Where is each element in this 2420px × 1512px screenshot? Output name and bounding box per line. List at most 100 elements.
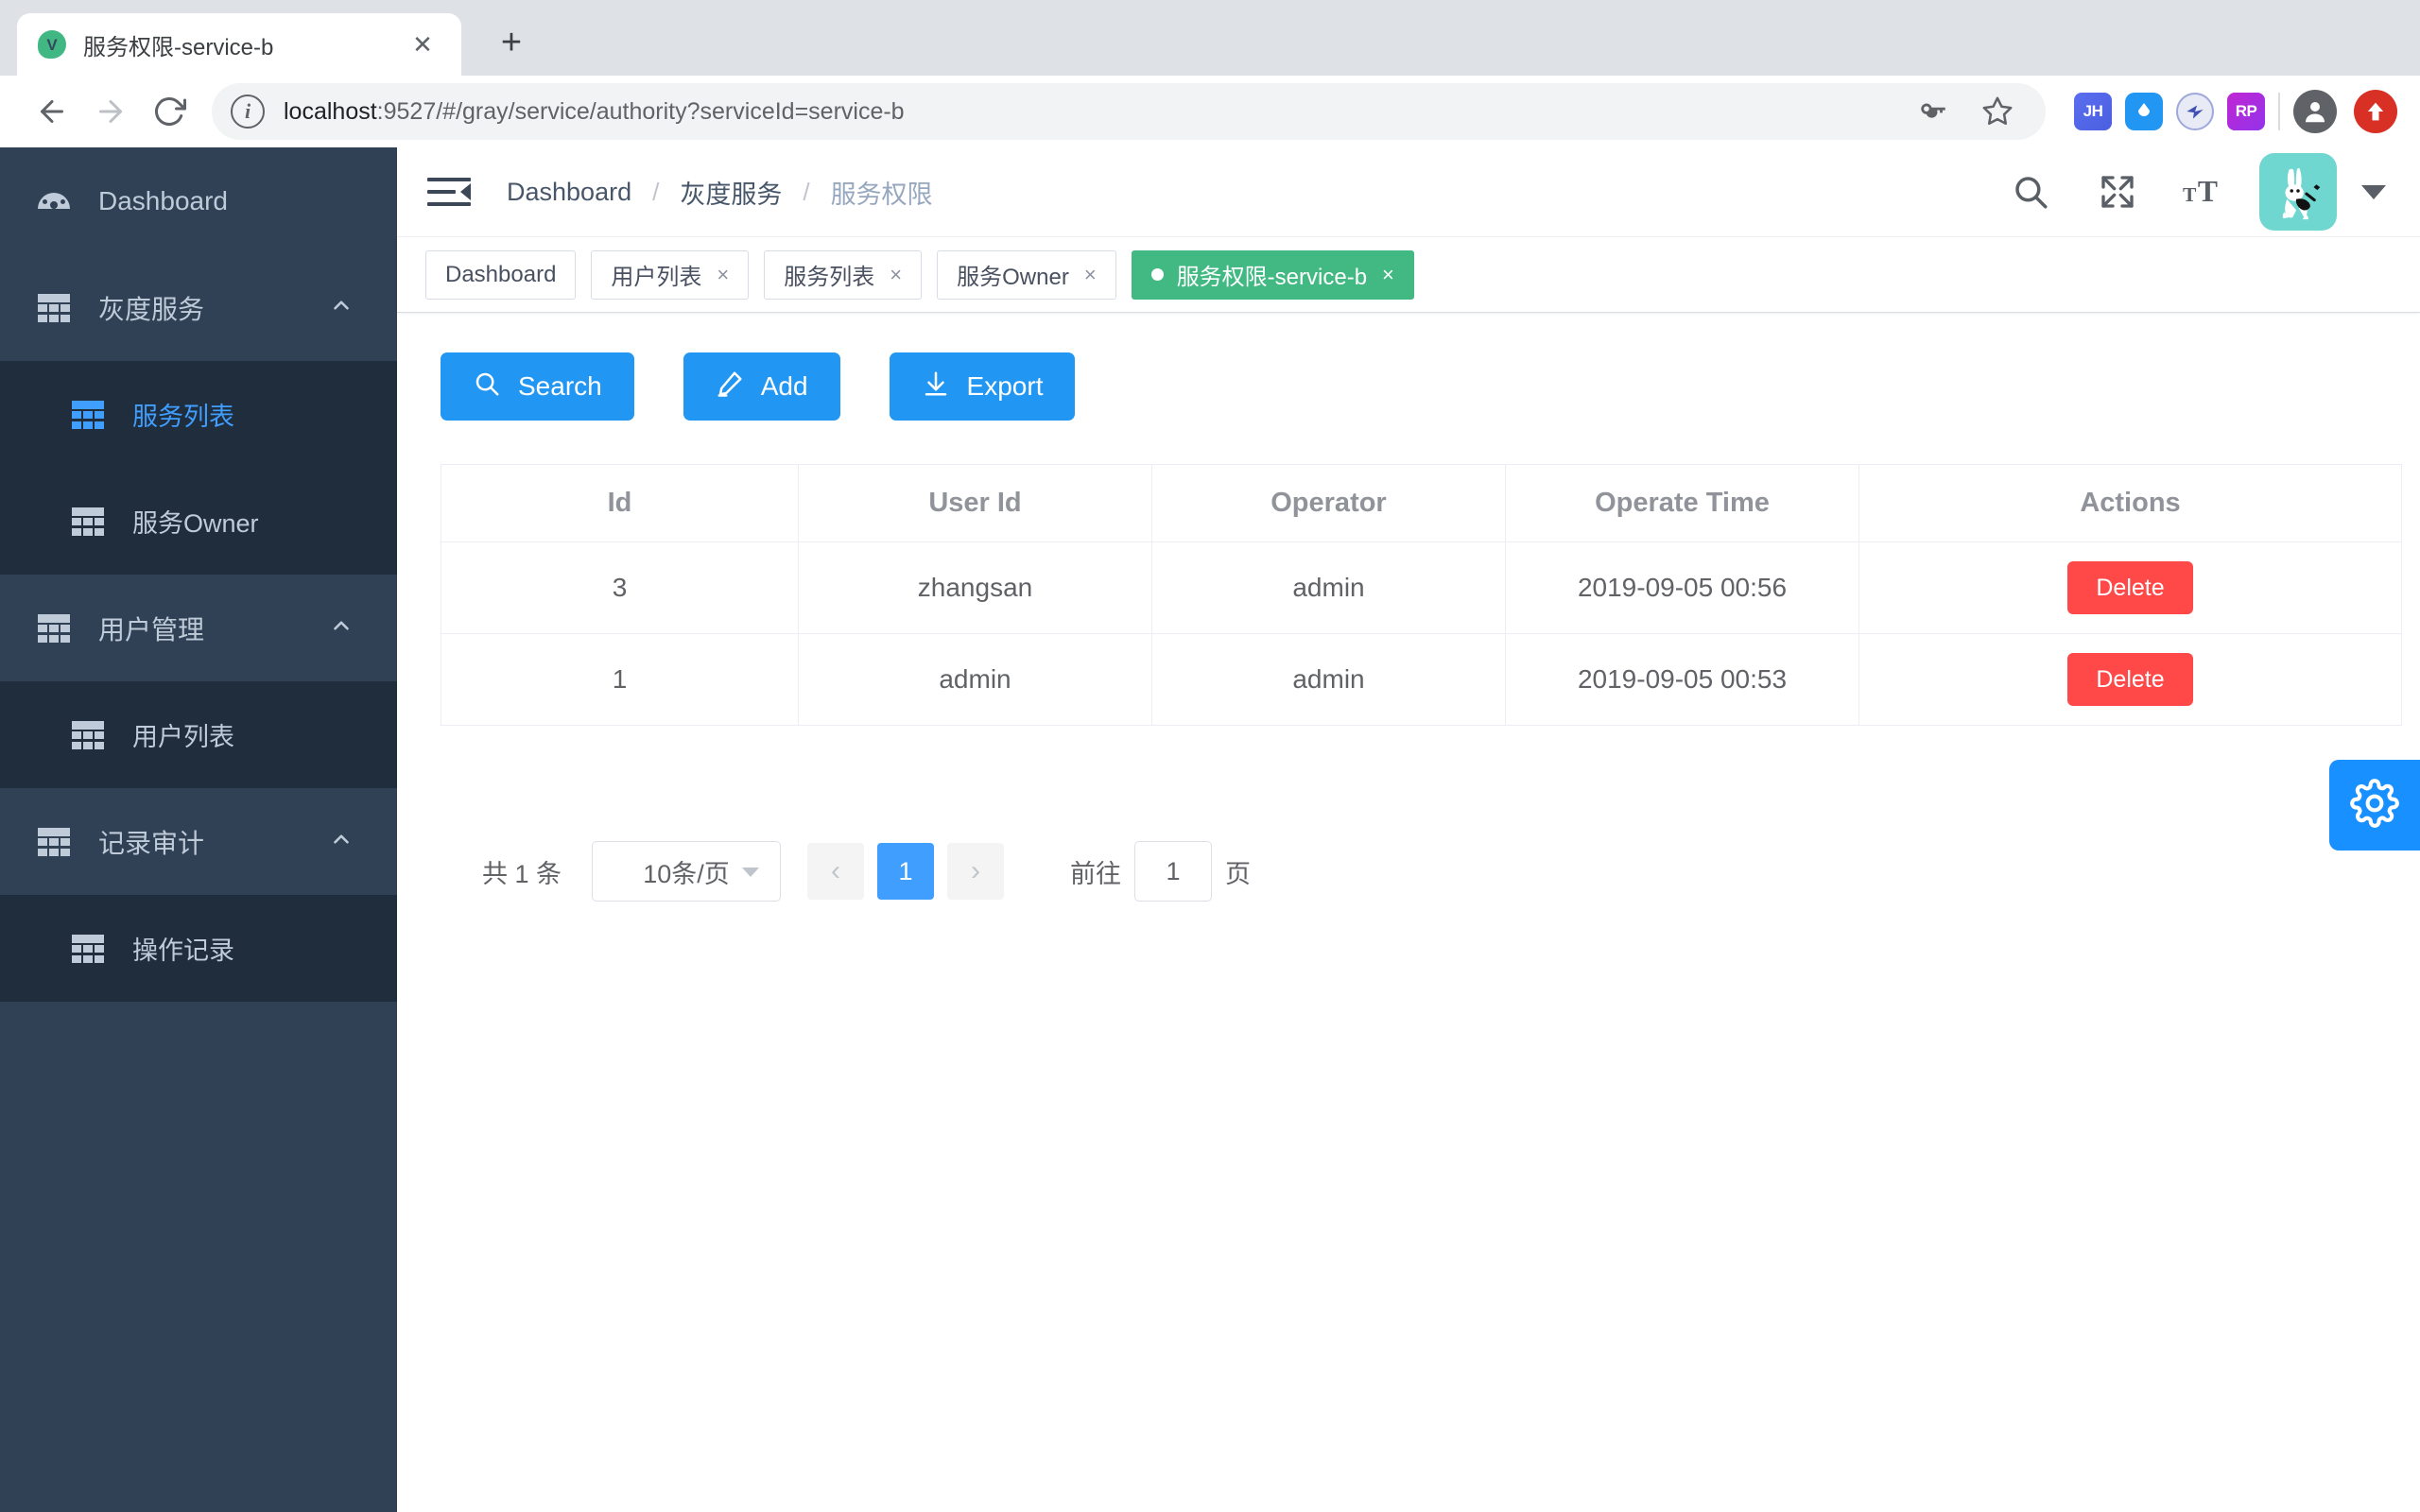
- page-size-select[interactable]: 10条/页: [592, 841, 781, 902]
- chevron-down-icon[interactable]: [2361, 185, 2386, 199]
- site-info-icon[interactable]: i: [231, 94, 265, 129]
- tag-service-list[interactable]: 服务列表 ×: [764, 250, 922, 300]
- browser-tab-title: 服务权限-service-b: [83, 28, 405, 61]
- delete-button[interactable]: Delete: [2067, 561, 2192, 614]
- breadcrumb-separator: /: [652, 178, 659, 207]
- table-head: Id User Id Operator Operate Time Actions: [441, 465, 2402, 542]
- authority-table: Id User Id Operator Operate Time Actions…: [441, 464, 2402, 726]
- cell-operate-time: 2019-09-05 00:56: [1506, 542, 1859, 634]
- close-icon[interactable]: ×: [1382, 265, 1394, 285]
- sidebar-item-operation-log[interactable]: 操作记录: [0, 895, 397, 1002]
- grid-icon: [72, 401, 104, 429]
- page-number-1[interactable]: 1: [877, 843, 934, 900]
- droplet-extension-icon[interactable]: [2125, 93, 2163, 130]
- add-button-label: Add: [761, 371, 808, 402]
- bird-extension-icon[interactable]: [2176, 93, 2214, 130]
- export-button-label: Export: [967, 371, 1044, 402]
- main-container: Dashboard / 灰度服务 / 服务权限: [397, 147, 2420, 1512]
- sidebar-label-audit-log: 记录审计: [98, 823, 329, 861]
- table-row: 3 zhangsan admin 2019-09-05 00:56 Delete: [441, 542, 2402, 634]
- sidebar-item-gray-service[interactable]: 灰度服务: [0, 254, 397, 361]
- font-size-icon[interactable]: T T: [2161, 147, 2248, 237]
- column-header-operate-time: Operate Time: [1506, 465, 1859, 542]
- tag-dashboard[interactable]: Dashboard: [425, 250, 576, 300]
- tag-label: 服务列表: [784, 258, 874, 291]
- cell-operator: admin: [1152, 634, 1506, 726]
- new-tab-button[interactable]: +: [482, 13, 541, 72]
- browser-toolbar: i localhost:9527/#/gray/service/authorit…: [0, 76, 2420, 147]
- sidebar-item-service-list[interactable]: 服务列表: [0, 361, 397, 468]
- tag-user-list[interactable]: 用户列表 ×: [591, 250, 749, 300]
- next-page-button[interactable]: ›: [947, 843, 1004, 900]
- cell-operate-time: 2019-09-05 00:53: [1506, 634, 1859, 726]
- reload-icon[interactable]: [140, 82, 199, 141]
- address-bar[interactable]: i localhost:9527/#/gray/service/authorit…: [212, 83, 2046, 140]
- sidebar-label-user-list: 用户列表: [132, 716, 397, 753]
- jump-suffix-label: 页: [1225, 853, 1251, 890]
- tag-service-owner[interactable]: 服务Owner ×: [937, 250, 1116, 300]
- cell-operator: admin: [1152, 542, 1506, 634]
- settings-panel-button[interactable]: [2329, 760, 2420, 850]
- svg-text:T: T: [2183, 183, 2197, 206]
- gauge-icon: [38, 187, 70, 215]
- page-jump-input[interactable]: [1134, 841, 1212, 902]
- delete-button[interactable]: Delete: [2067, 653, 2192, 706]
- sidebar-label-user-management: 用户管理: [98, 610, 329, 647]
- cell-id: 3: [441, 542, 799, 634]
- avatar[interactable]: [2259, 153, 2337, 231]
- content-area: Search Add Export: [397, 313, 2420, 1512]
- sidebar-item-user-management[interactable]: 用户管理: [0, 575, 397, 681]
- cell-actions: Delete: [1859, 542, 2402, 634]
- close-icon[interactable]: ✕: [405, 26, 441, 62]
- tag-label: 服务Owner: [957, 258, 1069, 291]
- tag-service-authority[interactable]: 服务权限-service-b ×: [1132, 250, 1414, 300]
- close-icon[interactable]: ×: [1084, 265, 1097, 285]
- favicon-letter: V: [46, 37, 57, 53]
- search-button[interactable]: Search: [441, 352, 634, 421]
- vue-favicon-icon: V: [38, 30, 66, 59]
- breadcrumb-item-dashboard[interactable]: Dashboard: [507, 178, 631, 207]
- action-toolbar: Search Add Export: [441, 352, 2377, 421]
- breadcrumb-item-current: 服务权限: [831, 174, 933, 211]
- browser-tab[interactable]: V 服务权限-service-b ✕: [17, 13, 461, 76]
- breadcrumb: Dashboard / 灰度服务 / 服务权限: [507, 174, 933, 211]
- gear-icon: [2350, 779, 2399, 833]
- tag-label: Dashboard: [445, 262, 556, 288]
- sidebar-item-service-owner[interactable]: 服务Owner: [0, 468, 397, 575]
- rp-extension-icon[interactable]: RP: [2227, 93, 2265, 130]
- search-icon: [473, 369, 501, 404]
- profile-avatar-icon[interactable]: [2293, 90, 2337, 133]
- navbar: Dashboard / 灰度服务 / 服务权限: [397, 147, 2420, 237]
- close-icon[interactable]: ×: [717, 265, 729, 285]
- search-icon[interactable]: [1987, 147, 2074, 237]
- tag-label: 服务权限-service-b: [1177, 258, 1367, 291]
- column-header-operator: Operator: [1152, 465, 1506, 542]
- export-button[interactable]: Export: [890, 352, 1076, 421]
- pagination-total: 共 1 条: [482, 853, 562, 890]
- fullscreen-icon[interactable]: [2074, 147, 2161, 237]
- sidebar-item-audit-log[interactable]: 记录审计: [0, 788, 397, 895]
- add-button[interactable]: Add: [683, 352, 840, 421]
- table-row: 1 admin admin 2019-09-05 00:53 Delete: [441, 634, 2402, 726]
- update-icon[interactable]: [2354, 90, 2397, 133]
- grid-icon: [38, 614, 70, 643]
- column-header-id: Id: [441, 465, 799, 542]
- navbar-actions: T T: [1987, 147, 2420, 237]
- sidebar-item-user-list[interactable]: 用户列表: [0, 681, 397, 788]
- close-icon[interactable]: ×: [890, 265, 902, 285]
- jh-extension-icon[interactable]: JH: [2074, 93, 2112, 130]
- chevron-down-icon: [742, 868, 759, 877]
- back-icon[interactable]: [23, 82, 81, 141]
- application-root: Dashboard 灰度服务 服务列表 服务Owner 用户管理 用: [0, 147, 2420, 1512]
- bookmark-star-icon[interactable]: [1968, 82, 2027, 141]
- password-key-icon[interactable]: [1904, 82, 1962, 141]
- cell-user-id: zhangsan: [799, 542, 1152, 634]
- browser-chrome: V 服务权限-service-b ✕ + i localhost:9527/#/…: [0, 0, 2420, 147]
- prev-page-button[interactable]: ‹: [807, 843, 864, 900]
- breadcrumb-item-gray-service[interactable]: 灰度服务: [680, 174, 782, 211]
- grid-icon: [38, 828, 70, 856]
- sidebar-collapse-icon[interactable]: [427, 174, 471, 210]
- sidebar-item-dashboard[interactable]: Dashboard: [0, 147, 397, 254]
- grid-icon: [72, 935, 104, 963]
- forward-icon[interactable]: [81, 82, 140, 141]
